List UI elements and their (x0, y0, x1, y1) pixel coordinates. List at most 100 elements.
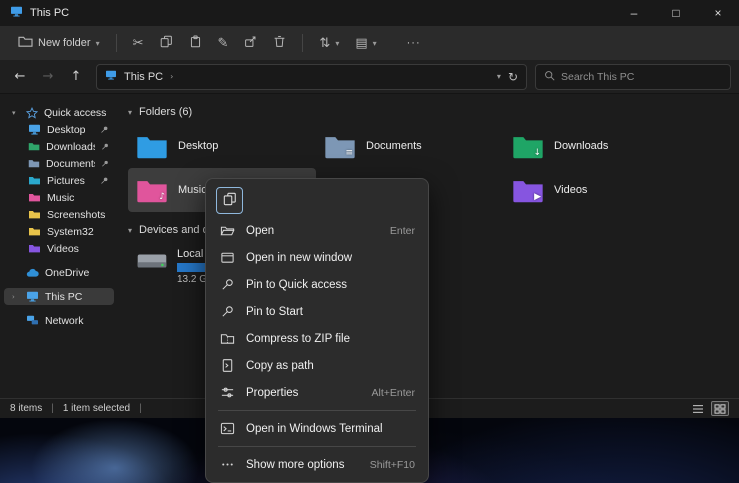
terminal-icon (219, 421, 235, 436)
sidebar-item-onedrive[interactable]: OneDrive (4, 264, 114, 281)
documents-folder-icon (28, 158, 40, 169)
breadcrumb-monitor-icon (105, 70, 117, 83)
see-more-button[interactable]: ··· (401, 33, 427, 53)
sidebar-item-documents[interactable]: Documents (4, 155, 114, 172)
desktop-folder-icon (136, 133, 168, 160)
menu-item-copy-as-path[interactable]: Copy as path (210, 352, 424, 379)
sort-icon: ⇅ (319, 36, 330, 51)
sidebar-item-this-pc[interactable]: › This PC (4, 288, 114, 305)
forward-button[interactable]: → (36, 65, 60, 89)
sidebar-item-videos[interactable]: Videos (4, 240, 114, 257)
menu-item-open[interactable]: Open Enter (210, 217, 424, 244)
sidebar-item-downloads[interactable]: Downloads (4, 138, 114, 155)
system32-folder-icon (28, 226, 41, 237)
sidebar-item-pictures[interactable]: Pictures (4, 172, 114, 189)
sidebar-item-desktop[interactable]: Desktop (4, 121, 114, 138)
cut-button[interactable]: ✂ (127, 32, 150, 55)
pin-icon (100, 125, 109, 134)
videos-folder-icon (28, 243, 41, 254)
sidebar-item-label: Desktop (47, 124, 86, 136)
maximize-button[interactable]: □ (655, 0, 697, 26)
menu-item-show-more-options[interactable]: Show more options Shift+F10 (210, 451, 424, 478)
menu-separator (218, 410, 416, 411)
pin-icon (219, 277, 235, 292)
context-menu-icon-row (210, 183, 424, 217)
sidebar-item-label: Videos (47, 243, 79, 255)
network-icon (26, 315, 39, 326)
search-icon (544, 68, 555, 86)
chevron-down-icon: ▾ (96, 39, 100, 48)
search-input[interactable] (561, 71, 722, 83)
trash-icon (273, 35, 286, 51)
new-folder-button[interactable]: New folder ▾ (12, 31, 106, 55)
menu-item-open-in-new-window[interactable]: Open in new window (210, 244, 424, 271)
hard-disk-icon (136, 248, 168, 274)
open-icon (219, 223, 235, 238)
menu-separator (218, 446, 416, 447)
window-controls: – □ × (613, 0, 739, 26)
large-icons-view-button[interactable] (711, 401, 729, 416)
folders-section-header[interactable]: ▾ Folders (6) (128, 102, 739, 122)
refresh-icon[interactable]: ↻ (508, 70, 518, 84)
sidebar: ▾ Quick access Desktop Downloads Documen… (0, 94, 118, 398)
new-folder-label: New folder (38, 37, 91, 49)
downloads-folder-icon (28, 141, 40, 152)
sidebar-item-label: Quick access (44, 107, 106, 119)
folder-tile-label: Music (178, 184, 207, 196)
navigation-bar: ← → ↑ This PC › ▾ ↻ (0, 60, 739, 94)
back-button[interactable]: ← (8, 65, 32, 89)
folder-tile-documents[interactable]: ≡ Documents (316, 124, 504, 168)
copy-button[interactable] (154, 31, 179, 55)
close-button[interactable]: × (697, 0, 739, 26)
menu-item-pin-to-start[interactable]: Pin to Start (210, 298, 424, 325)
new-window-icon (219, 250, 235, 265)
quick-access-star-icon (26, 107, 38, 119)
titlebar: This PC – □ × (0, 0, 739, 26)
menu-item-compress-to-zip[interactable]: Compress to ZIP file (210, 325, 424, 352)
chevron-down-icon: ▾ (373, 39, 377, 48)
chevron-right-icon[interactable]: › (170, 72, 173, 81)
chevron-down-icon: ▾ (335, 39, 339, 48)
chevron-down-icon: ▾ (12, 109, 20, 117)
menu-item-properties[interactable]: Properties Alt+Enter (210, 379, 424, 406)
menu-item-open-in-windows-terminal[interactable]: Open in Windows Terminal (210, 415, 424, 442)
sidebar-item-music[interactable]: Music (4, 189, 114, 206)
sidebar-item-system32[interactable]: System32 (4, 223, 114, 240)
folder-tile-label: Downloads (554, 140, 608, 152)
address-dropdown-chevron-icon[interactable]: ▾ (497, 72, 501, 81)
music-folder-icon (28, 192, 41, 203)
toolbar-divider (302, 34, 303, 52)
status-divider: | (139, 403, 142, 414)
menu-item-pin-to-quick-access[interactable]: Pin to Quick access (210, 271, 424, 298)
copy-icon (160, 35, 173, 51)
view-button[interactable]: ▤ ▾ (349, 32, 382, 55)
share-button[interactable] (238, 31, 263, 55)
folder-tile-label: Documents (366, 140, 422, 152)
sidebar-item-quick-access[interactable]: ▾ Quick access (4, 104, 114, 121)
paste-button[interactable] (183, 31, 208, 55)
search-box[interactable] (535, 64, 731, 90)
details-view-button[interactable] (689, 401, 707, 416)
sidebar-item-label: Documents (46, 158, 95, 170)
sidebar-item-label: Pictures (47, 175, 85, 187)
minimize-button[interactable]: – (613, 0, 655, 26)
delete-button[interactable] (267, 31, 292, 55)
rename-button[interactable]: ✎ (212, 32, 235, 55)
sidebar-item-label: Network (45, 315, 84, 327)
this-pc-monitor-icon (26, 291, 39, 302)
sidebar-item-screenshots[interactable]: Screenshots (4, 206, 114, 223)
folder-tile-desktop[interactable]: Desktop (128, 124, 316, 168)
screenshots-folder-icon (28, 209, 41, 220)
sort-button[interactable]: ⇅ ▾ (313, 32, 345, 55)
item-count: 8 items (10, 403, 42, 414)
pictures-folder-icon (28, 175, 41, 186)
breadcrumb[interactable]: This PC (124, 71, 163, 83)
folder-tile-videos[interactable]: ▶ Videos (504, 168, 692, 212)
address-bar[interactable]: This PC › ▾ ↻ (96, 64, 527, 90)
folder-tile-downloads[interactable]: ↓ Downloads (504, 124, 692, 168)
sidebar-item-network[interactable]: Network (4, 312, 114, 329)
desktop-icon (28, 124, 41, 135)
up-button[interactable]: ↑ (64, 65, 88, 89)
selected-count: 1 item selected (63, 403, 130, 414)
copy-button[interactable] (216, 187, 243, 214)
